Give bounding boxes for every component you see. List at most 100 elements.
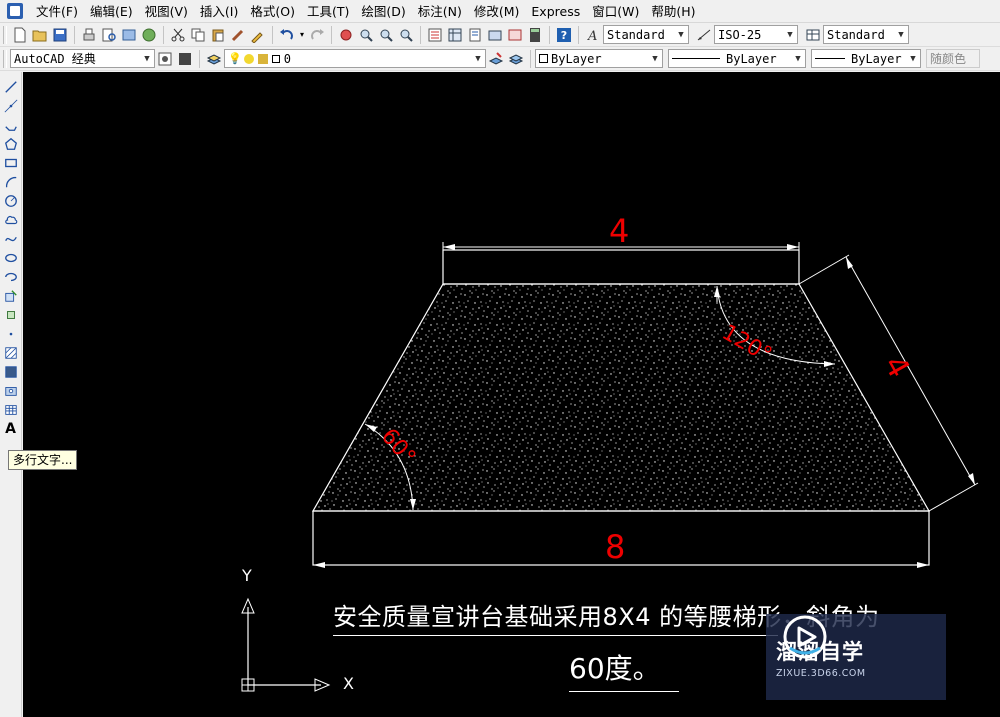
new-file-icon[interactable] [11,26,29,44]
polyline-icon[interactable] [2,116,20,134]
hatch-icon[interactable] [2,344,20,362]
line-icon[interactable] [2,78,20,96]
ellipse-arc-icon[interactable] [2,268,20,286]
pan-icon[interactable] [337,26,355,44]
make-current-layer-icon[interactable] [487,50,505,68]
text-style-select[interactable]: Standard ▼ [603,25,689,44]
ucs-y-label: Y [242,566,252,585]
layers-toolbar: AutoCAD 经典 ▼ 💡 0 ▼ ByLayer ▼ ByLayer ▼ ByLay… [0,47,1000,71]
watermark: 溜溜自学 ZIXUE.3D66.COM [766,614,946,700]
menu-edit[interactable]: 编辑(E) [84,0,139,23]
redo-icon[interactable] [308,26,326,44]
help-icon[interactable]: ? [555,26,573,44]
region-icon[interactable] [2,382,20,400]
copy-icon[interactable] [189,26,207,44]
trapezoid-hatched[interactable] [311,283,931,512]
workspace-select[interactable]: AutoCAD 经典 ▼ [10,49,155,68]
layer-freeze-icon [243,53,254,64]
drawing-canvas[interactable]: 4 8 4 120° 60° Y X 安全质量宣讲台基础采用8X4 的等腰梯形，… [23,72,1000,717]
zoom-previous-icon[interactable] [397,26,415,44]
insert-block-icon[interactable] [2,287,20,305]
table-style-select[interactable]: Standard ▼ [823,25,909,44]
autocad-app-icon[interactable] [6,2,24,20]
sheet-set-icon[interactable] [486,26,504,44]
menu-help[interactable]: 帮助(H) [645,0,701,23]
dim-bottom-text[interactable]: 8 [605,528,625,566]
menu-modify[interactable]: 修改(M) [468,0,526,23]
zoom-window-icon[interactable] [377,26,395,44]
print-icon[interactable] [80,26,98,44]
save-workspace-icon[interactable] [176,50,194,68]
layer-lock-icon [257,53,268,64]
top-rectangle[interactable] [442,249,800,285]
menu-express[interactable]: Express [525,0,586,23]
match-properties-icon[interactable] [229,26,247,44]
save-icon[interactable] [51,26,69,44]
ucs-x-label: X [343,674,354,693]
layer-select[interactable]: 💡 0 ▼ [224,49,486,68]
undo-icon[interactable] [278,26,296,44]
table-style-icon[interactable] [804,26,822,44]
toolbar-grip[interactable] [3,25,7,44]
circle-icon[interactable] [2,192,20,210]
publish-icon[interactable] [120,26,138,44]
menu-view[interactable]: 视图(V) [139,0,194,23]
svg-text:?: ? [561,29,567,42]
plot-style-control: 随颜色 [926,49,980,68]
cut-icon[interactable] [169,26,187,44]
menu-tools[interactable]: 工具(T) [301,0,355,23]
tool-palettes-icon[interactable] [466,26,484,44]
menu-insert[interactable]: 插入(I) [194,0,244,23]
menu-file[interactable]: 文件(F) [30,0,84,23]
print-preview-icon[interactable] [100,26,118,44]
construction-line-icon[interactable] [2,97,20,115]
svg-text:A: A [587,29,597,43]
arc-icon[interactable] [2,173,20,191]
dim-top-text[interactable]: 4 [609,212,629,250]
toolbar-grip[interactable] [3,49,7,68]
linetype-control-select[interactable]: ByLayer ▼ [668,49,806,68]
layer-previous-icon[interactable] [507,50,525,68]
menu-window[interactable]: 窗口(W) [586,0,645,23]
3d-dwf-icon[interactable] [140,26,158,44]
standard-toolbar: ▾ ? A Standard ▼ ISO-25 ▼ Standard ▼ [0,23,1000,47]
open-file-icon[interactable] [31,26,49,44]
make-block-icon[interactable] [2,306,20,324]
spline-icon[interactable] [2,230,20,248]
polygon-icon[interactable] [2,135,20,153]
block-editor-icon[interactable] [249,26,267,44]
calculator-icon[interactable] [526,26,544,44]
lineweight-control-select[interactable]: ByLayer ▼ [811,49,921,68]
workspace-settings-icon[interactable] [156,50,174,68]
color-control-select[interactable]: ByLayer ▼ [535,49,663,68]
table-icon[interactable] [2,401,20,419]
multiline-text-tooltip: 多行文字... [8,450,78,470]
multiline-text-icon[interactable]: A [2,420,20,438]
properties-icon[interactable] [426,26,444,44]
layer-color-icon [271,54,280,63]
menu-dimension[interactable]: 标注(N) [412,0,468,23]
undo-dropdown-icon[interactable]: ▾ [298,26,306,44]
markup-icon[interactable] [506,26,524,44]
menu-bar: 文件(F) 编辑(E) 视图(V) 插入(I) 格式(O) 工具(T) 绘图(D… [0,0,1000,23]
gradient-icon[interactable] [2,363,20,381]
rectangle-icon[interactable] [2,154,20,172]
point-icon[interactable] [2,325,20,343]
dim-style-select[interactable]: ISO-25 ▼ [714,25,798,44]
linetype-preview [672,58,720,59]
text-style-icon[interactable]: A [584,26,602,44]
menu-draw[interactable]: 绘图(D) [355,0,411,23]
note-underline-2 [569,691,679,692]
revision-cloud-icon[interactable] [2,211,20,229]
paste-icon[interactable] [209,26,227,44]
draw-toolbar: A [0,72,22,717]
menu-format[interactable]: 格式(O) [244,0,301,23]
ellipse-icon[interactable] [2,249,20,267]
note-text-line2[interactable]: 60度。 [569,647,661,687]
design-center-icon[interactable] [446,26,464,44]
ucs-icon [241,597,331,692]
watermark-subtitle: ZIXUE.3D66.COM [776,667,866,679]
layer-manager-icon[interactable] [205,50,223,68]
dim-style-icon[interactable] [695,26,713,44]
zoom-realtime-icon[interactable] [357,26,375,44]
